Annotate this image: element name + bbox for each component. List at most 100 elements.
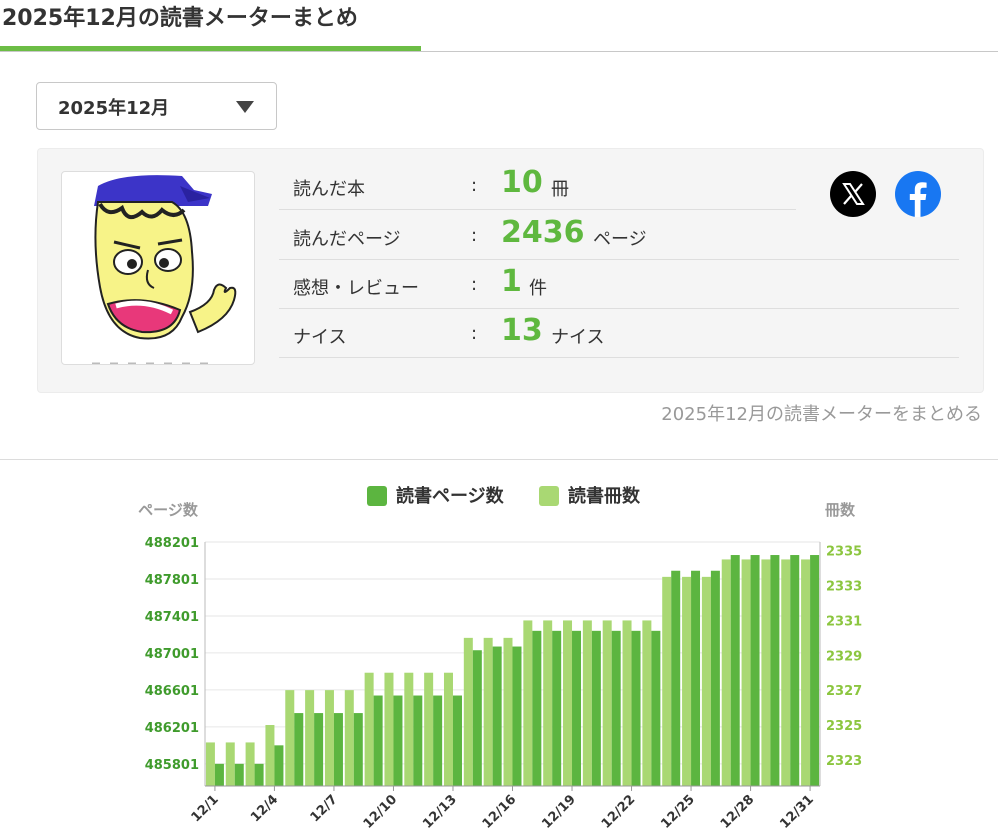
bar-books bbox=[443, 672, 453, 786]
share-x-button[interactable] bbox=[830, 171, 876, 217]
bar-pages bbox=[671, 570, 681, 786]
bar-pages bbox=[691, 570, 701, 786]
bar-books bbox=[662, 576, 672, 786]
bar-pages bbox=[810, 555, 820, 786]
bar-books bbox=[245, 742, 255, 786]
x-tick-label: 12/16 bbox=[480, 792, 520, 832]
bar-pages bbox=[234, 763, 244, 786]
bar-books bbox=[225, 742, 235, 786]
bar-books bbox=[404, 672, 414, 786]
right-tick-label: 2335 bbox=[826, 545, 862, 560]
bar-pages bbox=[591, 630, 601, 786]
bar-books bbox=[721, 559, 731, 786]
legend-swatch-books bbox=[539, 486, 559, 506]
x-tick-label: 12/1 bbox=[189, 792, 222, 825]
stat-colon: : bbox=[471, 274, 478, 295]
stat-label: 読んだページ bbox=[293, 229, 401, 250]
avatar bbox=[61, 171, 255, 365]
left-tick-label: 488201 bbox=[145, 536, 199, 551]
facebook-logo-icon bbox=[909, 182, 927, 217]
share-facebook-button[interactable] bbox=[895, 171, 941, 217]
bar-pages bbox=[512, 646, 522, 786]
page-header: 2025年12月の読書メーターまとめ bbox=[0, 0, 998, 52]
chevron-down-icon bbox=[236, 101, 254, 113]
bar-pages bbox=[433, 695, 443, 786]
bar-pages bbox=[472, 650, 482, 786]
chart-svg: 485801 486201 486601 487001 487401 487801 4882… bbox=[138, 485, 862, 832]
bar-books bbox=[265, 725, 275, 786]
section-divider bbox=[0, 459, 998, 460]
bar-books bbox=[324, 690, 334, 786]
month-select[interactable]: 2025年12月 bbox=[36, 82, 277, 130]
left-tick-label: 485801 bbox=[145, 758, 199, 773]
bar-books bbox=[285, 690, 295, 786]
stat-value: 2436 bbox=[501, 215, 585, 250]
stat-unit: 冊 bbox=[551, 179, 569, 200]
bar-pages bbox=[532, 630, 542, 786]
stat-row-pages: 読んだページ : 2436 ページ bbox=[279, 211, 959, 260]
bar-books bbox=[682, 576, 692, 786]
legend-swatch-pages bbox=[367, 486, 387, 506]
legend-label-books: 読書冊数 bbox=[568, 485, 641, 507]
bar-books bbox=[523, 620, 533, 786]
chart-legend: 読書ページ数 読書冊数 bbox=[367, 485, 641, 507]
stat-colon: : bbox=[471, 323, 478, 344]
left-tick-label: 486601 bbox=[145, 684, 199, 699]
bar-books bbox=[701, 576, 711, 786]
left-tick-label: 487801 bbox=[145, 573, 199, 588]
bar-books bbox=[642, 620, 652, 786]
right-tick-label: 2329 bbox=[826, 649, 862, 664]
stat-unit: ページ bbox=[593, 229, 647, 250]
bar-pages bbox=[294, 713, 304, 786]
stat-label: 読んだ本 bbox=[293, 179, 365, 200]
x-tick-label: 12/31 bbox=[777, 792, 817, 832]
bar-books bbox=[424, 672, 434, 786]
bar-books bbox=[781, 559, 791, 786]
x-tick-label: 12/22 bbox=[599, 792, 639, 832]
bar-pages bbox=[572, 630, 582, 786]
x-tick-label: 12/19 bbox=[539, 792, 579, 832]
bar-books bbox=[582, 620, 592, 786]
bar-pages bbox=[730, 555, 740, 786]
stat-value: 13 bbox=[501, 313, 543, 348]
x-tick-label: 12/4 bbox=[248, 792, 281, 825]
x-tick-label: 12/28 bbox=[718, 792, 758, 832]
right-tick-label: 2327 bbox=[826, 684, 862, 699]
bar-pages bbox=[214, 763, 224, 786]
bar-books bbox=[801, 559, 811, 786]
bar-pages bbox=[274, 745, 284, 786]
right-axis-title: 冊数 bbox=[825, 501, 856, 519]
stat-value: 1 bbox=[501, 264, 522, 299]
bar-books bbox=[483, 637, 493, 786]
reading-chart: 485801 486201 486601 487001 487401 487801 4882… bbox=[0, 470, 998, 832]
avatar-cartoon-icon bbox=[92, 175, 237, 364]
stat-row-books: 読んだ本 : 10 冊 bbox=[279, 161, 796, 210]
bar-pages bbox=[790, 555, 800, 786]
bar-books bbox=[384, 672, 394, 786]
right-tick-label: 2333 bbox=[826, 580, 862, 595]
bar-books bbox=[503, 637, 513, 786]
month-select-value: 2025年12月 bbox=[58, 98, 170, 119]
left-tick-label: 487401 bbox=[145, 610, 199, 625]
left-tick-label: 487001 bbox=[145, 647, 199, 662]
bar-pages bbox=[611, 630, 621, 786]
bar-books bbox=[463, 637, 473, 786]
title-underline bbox=[0, 46, 421, 51]
stat-value: 10 bbox=[501, 165, 543, 200]
stat-row-reviews: 感想・レビュー : 1 件 bbox=[279, 260, 959, 309]
summary-card: 読んだ本 : 10 冊 読んだページ : 2436 ページ 感想・レビュー : … bbox=[37, 148, 984, 393]
bar-books bbox=[543, 620, 553, 786]
stat-colon: : bbox=[471, 225, 478, 246]
bar-books bbox=[602, 620, 612, 786]
bar-books bbox=[205, 742, 215, 786]
bar-books bbox=[622, 620, 632, 786]
x-tick-label: 12/25 bbox=[658, 792, 698, 832]
bar-pages bbox=[373, 695, 383, 786]
page-title: 2025年12月の読書メーターまとめ bbox=[2, 6, 358, 31]
summarize-link[interactable]: 2025年12月の読書メーターをまとめる bbox=[661, 400, 982, 426]
right-tick-label: 2323 bbox=[826, 754, 862, 769]
left-axis-title: ページ数 bbox=[138, 501, 199, 519]
right-tick-label: 2325 bbox=[826, 719, 862, 734]
stat-unit: 件 bbox=[529, 278, 547, 299]
x-tick-label: 12/7 bbox=[308, 792, 341, 825]
